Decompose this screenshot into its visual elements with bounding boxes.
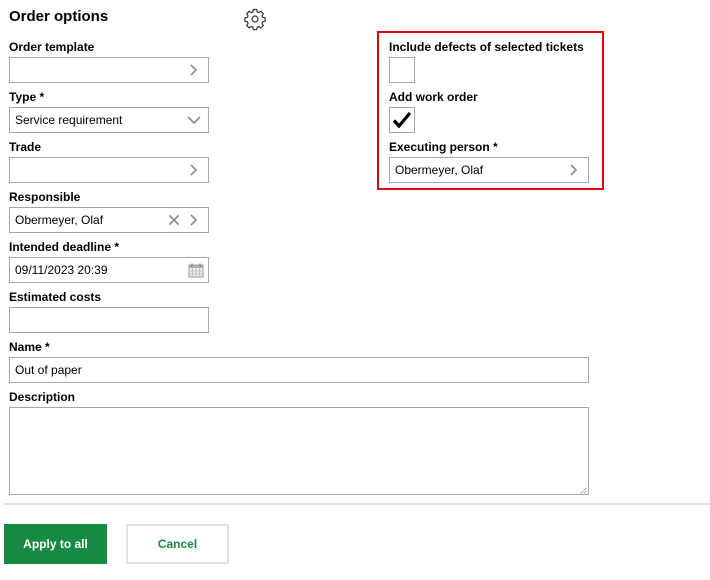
executing-person-label: Executing person * [389,140,498,154]
name-value: Out of paper [15,363,82,377]
chevron-right-icon[interactable] [566,162,582,178]
name-label: Name * [9,340,50,354]
responsible-field[interactable]: Obermeyer, Olaf [9,207,209,233]
page-title: Order options [9,8,109,25]
name-input[interactable]: Out of paper [9,357,589,383]
executing-person-value: Obermeyer, Olaf [395,163,484,177]
clear-icon[interactable] [166,212,182,228]
order-template-field[interactable] [9,57,209,83]
type-select[interactable]: Service requirement [9,107,209,133]
chevron-right-icon[interactable] [186,162,202,178]
apply-to-all-button[interactable]: Apply to all [4,524,107,564]
deadline-field[interactable]: 09/11/2023 20:39 [9,257,209,283]
responsible-value: Obermeyer, Olaf [15,213,104,227]
trade-label: Trade [9,140,42,154]
add-work-order-label: Add work order [389,90,478,104]
estimated-costs-label: Estimated costs [9,290,102,304]
include-defects-label: Include defects of selected tickets [389,40,584,54]
estimated-costs-input[interactable] [9,307,209,333]
resize-handle-icon[interactable] [578,484,587,495]
description-label: Description [9,390,76,404]
executing-person-field[interactable]: Obermeyer, Olaf [389,157,589,183]
chevron-down-icon[interactable] [186,112,202,128]
trade-field[interactable] [9,157,209,183]
calendar-icon[interactable] [188,262,204,278]
gear-icon[interactable] [243,7,267,31]
include-defects-checkbox[interactable] [389,57,415,83]
add-work-order-checkbox[interactable] [389,107,415,133]
checkmark-icon [392,111,412,129]
deadline-label: Intended deadline * [9,240,120,254]
chevron-right-icon[interactable] [186,212,202,228]
footer-divider [4,503,710,505]
responsible-label: Responsible [9,190,81,204]
deadline-value: 09/11/2023 20:39 [15,263,108,277]
chevron-right-icon[interactable] [186,62,202,78]
type-label: Type * [9,90,45,104]
type-value: Service requirement [15,113,123,127]
description-textarea[interactable] [9,407,589,495]
order-template-label: Order template [9,40,95,54]
cancel-button[interactable]: Cancel [126,524,229,564]
